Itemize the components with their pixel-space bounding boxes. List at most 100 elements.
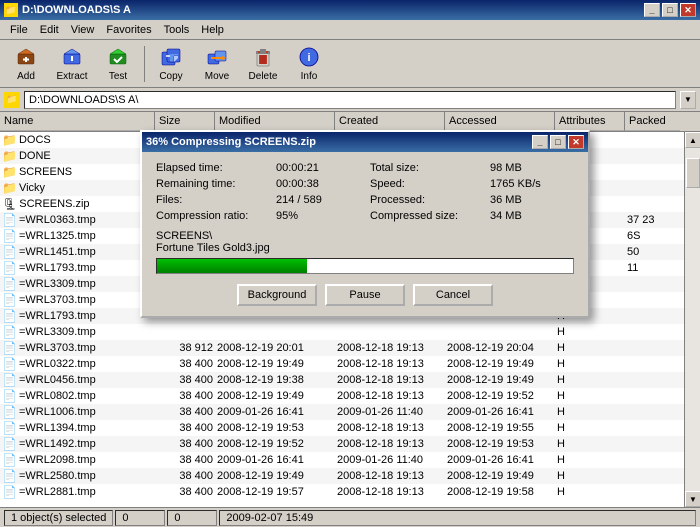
dialog-minimize-button[interactable]: _	[532, 135, 548, 149]
status-bar: 1 object(s) selected 0 0 2009-02-07 15:4…	[0, 507, 700, 527]
col-name[interactable]: Name	[0, 112, 155, 131]
extract-button[interactable]: Extract	[50, 42, 94, 86]
cancel-button[interactable]: Cancel	[413, 284, 493, 306]
table-row[interactable]: 📄 =WRL2881.tmp 38 400 2008-12-19 19:57 2…	[0, 484, 684, 500]
file-name-cell: 📄 =WRL1006.tmp	[0, 404, 155, 420]
dialog-close-button[interactable]: ✕	[568, 135, 584, 149]
col-size[interactable]: Size	[155, 112, 215, 131]
file-name-cell: 📄 =WRL0363.tmp	[0, 212, 155, 228]
col-attr[interactable]: Attributes	[555, 112, 625, 131]
table-row[interactable]: 📄 =WRL3703.tmp 38 912 2008-12-19 20:01 2…	[0, 340, 684, 356]
file-modified-cell: 2008-12-19 19:53	[215, 420, 335, 436]
table-row[interactable]: 📄 =WRL0802.tmp 38 400 2008-12-19 19:49 2…	[0, 388, 684, 404]
file-packed-cell	[625, 468, 680, 484]
test-label: Test	[109, 71, 127, 82]
file-size-cell	[155, 324, 215, 340]
file-name-cell: 📄 =WRL1451.tmp	[0, 244, 155, 260]
current-folder: SCREENS\	[156, 230, 212, 242]
address-input[interactable]	[24, 91, 676, 109]
table-row[interactable]: 📄 =WRL0322.tmp 38 400 2008-12-19 19:49 2…	[0, 356, 684, 372]
info-button[interactable]: i Info	[287, 42, 331, 86]
dialog-maximize-button[interactable]: □	[550, 135, 566, 149]
col-packed[interactable]: Packed	[625, 112, 680, 131]
total-size-row: Total size: 98 MB	[370, 162, 574, 174]
col-modified[interactable]: Modified	[215, 112, 335, 131]
background-button[interactable]: Background	[237, 284, 317, 306]
test-button[interactable]: Test	[96, 42, 140, 86]
file-created-cell: 2008-12-18 19:13	[335, 372, 445, 388]
file-packed-cell	[625, 324, 680, 340]
file-modified-cell: 2008-12-19 19:49	[215, 356, 335, 372]
file-size-cell: 38 400	[155, 404, 215, 420]
col-accessed[interactable]: Accessed	[445, 112, 555, 131]
file-packed-cell	[625, 404, 680, 420]
files-row: Files: 214 / 589	[156, 194, 360, 206]
menu-edit[interactable]: Edit	[34, 22, 65, 38]
table-row[interactable]: 📄 =WRL0456.tmp 38 400 2008-12-19 19:38 2…	[0, 372, 684, 388]
file-packed-cell	[625, 292, 680, 308]
menu-help[interactable]: Help	[195, 22, 230, 38]
file-created-cell: 2008-12-18 19:13	[335, 436, 445, 452]
extract-label: Extract	[56, 71, 87, 82]
minimize-button[interactable]: _	[644, 3, 660, 17]
scroll-thumb[interactable]	[686, 158, 700, 188]
toolbar-divider-1	[144, 46, 145, 82]
maximize-button[interactable]: □	[662, 3, 678, 17]
table-row[interactable]: 📄 =WRL1394.tmp 38 400 2008-12-19 19:53 2…	[0, 420, 684, 436]
col-created[interactable]: Created	[335, 112, 445, 131]
menu-favorites[interactable]: Favorites	[100, 22, 157, 38]
file-created-cell	[335, 324, 445, 340]
file-size-cell: 38 400	[155, 436, 215, 452]
compression-row: Compression ratio: 95%	[156, 210, 360, 222]
total-size-label: Total size:	[370, 162, 490, 174]
scrollbar-vertical[interactable]: ▲ ▼	[684, 132, 700, 507]
file-name-cell: 📄 =WRL3309.tmp	[0, 276, 155, 292]
menu-file[interactable]: File	[4, 22, 34, 38]
delete-button[interactable]: Delete	[241, 42, 285, 86]
file-name-cell: 📄 =WRL3703.tmp	[0, 340, 155, 356]
file-accessed-cell: 2008-12-19 19:55	[445, 420, 555, 436]
status-size: 0	[167, 510, 217, 526]
remaining-label: Remaining time:	[156, 178, 276, 190]
speed-label: Speed:	[370, 178, 490, 190]
compress-dialog[interactable]: 36% Compressing SCREENS.zip _ □ ✕ Elapse…	[140, 130, 590, 318]
title-bar-left: 📁 D:\DOWNLOADS\S A	[4, 3, 131, 17]
status-count: 0	[115, 510, 165, 526]
menu-view[interactable]: View	[65, 22, 101, 38]
add-button[interactable]: Add	[4, 42, 48, 86]
scroll-up-button[interactable]: ▲	[685, 132, 700, 148]
pause-button[interactable]: Pause	[325, 284, 405, 306]
file-packed-cell	[625, 308, 680, 324]
close-button[interactable]: ✕	[680, 3, 696, 17]
file-size-cell: 38 400	[155, 388, 215, 404]
address-dropdown[interactable]: ▼	[680, 91, 696, 109]
add-label: Add	[17, 71, 35, 82]
compressed-label: Compressed size:	[370, 210, 490, 222]
table-row[interactable]: 📄 =WRL2580.tmp 38 400 2008-12-19 19:49 2…	[0, 468, 684, 484]
move-button[interactable]: Move	[195, 42, 239, 86]
file-accessed-cell: 2008-12-19 19:49	[445, 356, 555, 372]
file-accessed-cell: 2008-12-19 19:49	[445, 372, 555, 388]
copy-button[interactable]: Copy	[149, 42, 193, 86]
file-attr-cell: H	[555, 436, 625, 452]
table-row[interactable]: 📄 =WRL1492.tmp 38 400 2008-12-19 19:52 2…	[0, 436, 684, 452]
file-accessed-cell: 2008-12-19 19:49	[445, 468, 555, 484]
file-accessed-cell: 2008-12-19 19:52	[445, 388, 555, 404]
file-name-cell: 📁 DONE	[0, 148, 155, 164]
file-name-cell: 📄 =WRL3703.tmp	[0, 292, 155, 308]
processed-row: Processed: 36 MB	[370, 194, 574, 206]
table-row[interactable]: 📄 =WRL1006.tmp 38 400 2009-01-26 16:41 2…	[0, 404, 684, 420]
file-size-cell: 38 400	[155, 452, 215, 468]
total-size-value: 98 MB	[490, 162, 574, 174]
dialog-buttons: Background Pause Cancel	[156, 284, 574, 306]
status-selected: 1 object(s) selected	[4, 510, 113, 526]
status-datetime: 2009-02-07 15:49	[219, 510, 696, 526]
table-row[interactable]: 📄 =WRL3309.tmp H	[0, 324, 684, 340]
table-row[interactable]: 📄 =WRL2098.tmp 38 400 2009-01-26 16:41 2…	[0, 452, 684, 468]
compression-value: 95%	[276, 210, 360, 222]
file-name-cell: 📄 =WRL0322.tmp	[0, 356, 155, 372]
address-bar: 📁 ▼	[0, 88, 700, 112]
copy-label: Copy	[159, 71, 182, 82]
menu-tools[interactable]: Tools	[158, 22, 196, 38]
scroll-down-button[interactable]: ▼	[685, 491, 700, 507]
